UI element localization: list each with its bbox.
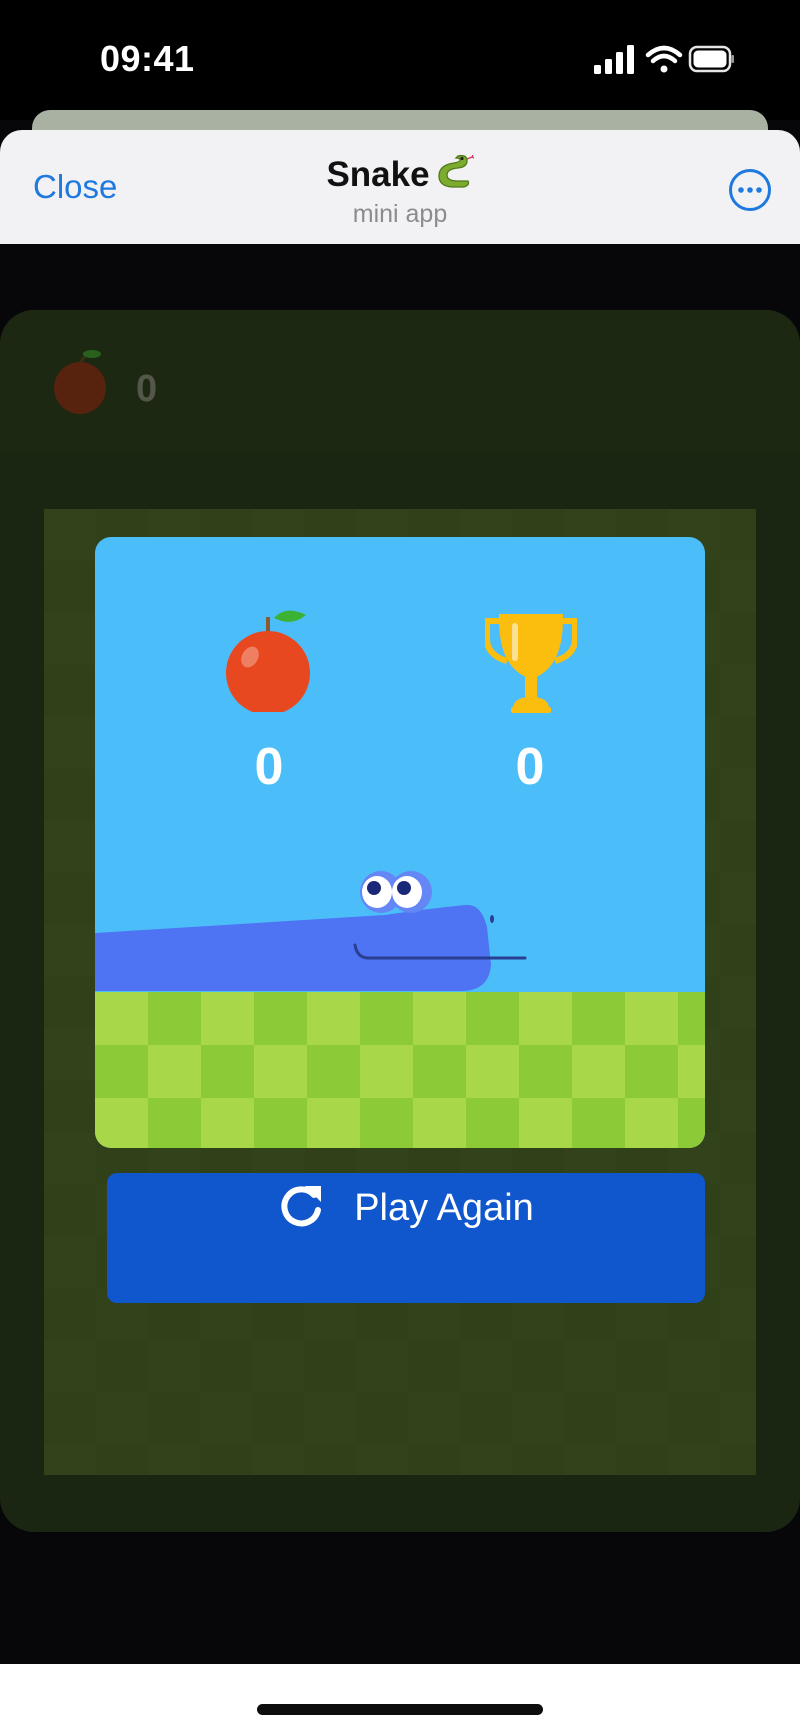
wifi-icon — [645, 45, 683, 73]
play-again-button[interactable]: Play Again — [107, 1173, 705, 1303]
home-indicator-bar — [0, 1664, 800, 1734]
snake-emoji-icon — [434, 150, 474, 199]
play-again-label: Play Again — [354, 1187, 534, 1229]
score-bar: 0 — [0, 310, 800, 452]
score-apple-count: 0 — [136, 368, 158, 410]
apples-score: 0 — [254, 738, 284, 796]
app-subtitle: mini app — [352, 200, 448, 228]
status-bar: 09:41 — [0, 0, 800, 120]
apple-icon — [226, 607, 316, 717]
status-time: 09:41 — [100, 38, 195, 79]
trophy-icon — [484, 611, 578, 720]
play-again-content: Play Again — [107, 1183, 705, 1234]
game-over-panel: 0 0 — [95, 537, 705, 1148]
snake-illustration — [95, 867, 535, 997]
refresh-icon — [278, 1183, 324, 1234]
app-title: Snake — [326, 150, 474, 199]
best-score: 0 — [515, 738, 545, 796]
app-title-text: Snake — [326, 154, 430, 194]
home-indicator[interactable] — [257, 1704, 543, 1715]
status-icons — [594, 44, 734, 76]
more-options-button[interactable] — [728, 168, 772, 212]
battery-icon — [688, 45, 734, 73]
title-block: Snake mini app — [0, 150, 800, 229]
more-options-icon — [729, 169, 771, 211]
apple-icon — [50, 346, 110, 414]
cellular-signal-icon — [594, 45, 634, 74]
grass-ground — [95, 992, 705, 1148]
mini-app-header: Close Snake mini app — [0, 130, 800, 244]
